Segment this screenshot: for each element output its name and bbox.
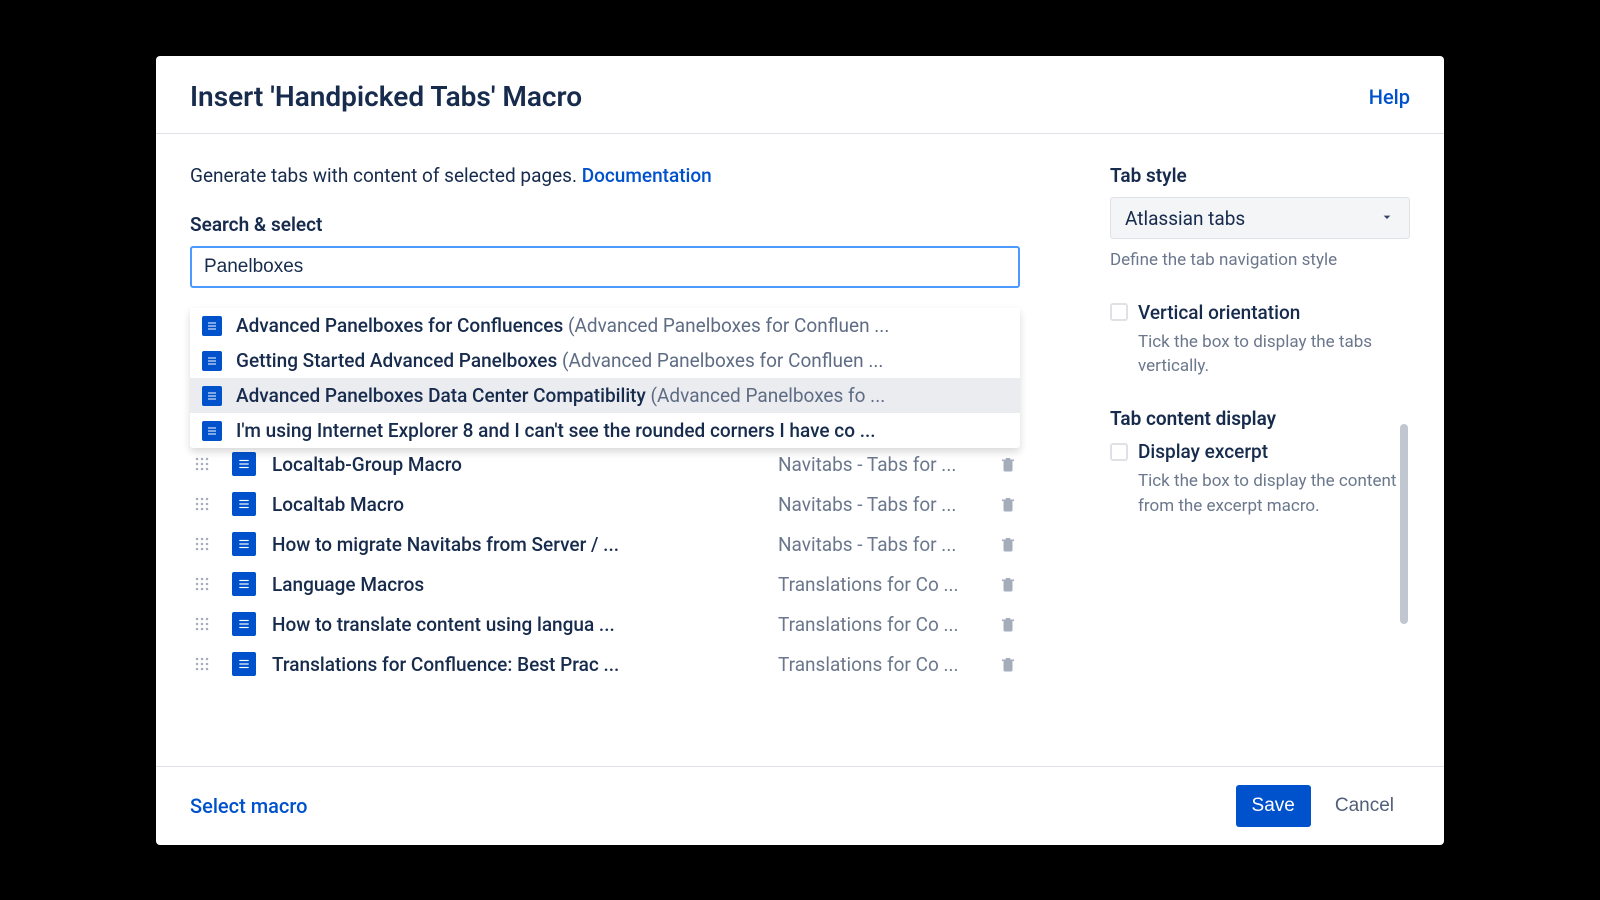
dropdown-item[interactable]: Getting Started Advanced Panelboxes (Adv… [190, 343, 1020, 378]
drag-handle-icon[interactable] [190, 572, 214, 596]
selected-pages-list: Localtab-Group Macro Navitabs - Tabs for… [190, 444, 1020, 684]
description-text: Generate tabs with content of selected p… [190, 164, 1020, 187]
dropdown-item[interactable]: Advanced Panelboxes for Confluences (Adv… [190, 308, 1020, 343]
dropdown-text: Advanced Panelboxes for Confluences (Adv… [236, 314, 889, 337]
list-item: How to migrate Navitabs from Server / ..… [190, 524, 1020, 564]
documentation-link[interactable]: Documentation [582, 164, 712, 187]
dropdown-item[interactable]: I'm using Internet Explorer 8 and I can'… [190, 413, 1020, 448]
tab-style-label: Tab style [1110, 164, 1410, 187]
tab-content-display-heading: Tab content display [1110, 407, 1410, 430]
select-value: Atlassian tabs [1125, 207, 1245, 230]
page-icon [232, 572, 256, 596]
vertical-orientation-checkbox[interactable] [1110, 303, 1128, 321]
tab-style-helper: Define the tab navigation style [1110, 249, 1410, 273]
dropdown-text: Getting Started Advanced Panelboxes (Adv… [236, 349, 883, 372]
trash-icon[interactable] [996, 532, 1020, 556]
macro-insert-dialog: Insert 'Handpicked Tabs' Macro Help Gene… [156, 56, 1444, 845]
dropdown-text: I'm using Internet Explorer 8 and I can'… [236, 419, 876, 442]
item-title: How to migrate Navitabs from Server / ..… [272, 533, 758, 556]
dialog-header: Insert 'Handpicked Tabs' Macro Help [156, 56, 1444, 134]
drag-handle-icon[interactable] [190, 452, 214, 476]
left-panel: Generate tabs with content of selected p… [190, 164, 1020, 766]
page-icon [202, 386, 222, 406]
display-excerpt-row: Display excerpt [1110, 440, 1410, 463]
item-space: Navitabs - Tabs for ... [778, 493, 968, 516]
select-macro-link[interactable]: Select macro [190, 794, 308, 818]
dropdown-item[interactable]: Advanced Panelboxes Data Center Compatib… [190, 378, 1020, 413]
display-excerpt-label: Display excerpt [1138, 440, 1268, 463]
trash-icon[interactable] [996, 652, 1020, 676]
drag-handle-icon[interactable] [190, 532, 214, 556]
scrollbar[interactable] [1400, 424, 1408, 714]
drag-handle-icon[interactable] [190, 652, 214, 676]
item-space: Translations for Co ... [778, 653, 968, 676]
dialog-body: Generate tabs with content of selected p… [156, 134, 1444, 766]
footer-buttons: Save Cancel [1236, 785, 1410, 827]
drag-handle-icon[interactable] [190, 492, 214, 516]
search-dropdown: Advanced Panelboxes for Confluences (Adv… [190, 308, 1020, 448]
item-space: Translations for Co ... [778, 613, 968, 636]
list-item: Translations for Confluence: Best Prac .… [190, 644, 1020, 684]
page-icon [232, 532, 256, 556]
right-panel: Tab style Atlassian tabs Define the tab … [1110, 164, 1410, 766]
item-title: Localtab-Group Macro [272, 453, 758, 476]
item-title: Translations for Confluence: Best Prac .… [272, 653, 758, 676]
display-excerpt-helper: Tick the box to display the content from… [1138, 469, 1410, 518]
vertical-orientation-label: Vertical orientation [1138, 301, 1300, 324]
page-icon [232, 452, 256, 476]
item-space: Translations for Co ... [778, 573, 968, 596]
page-icon [202, 421, 222, 441]
scrollbar-thumb[interactable] [1400, 424, 1408, 624]
page-icon [232, 612, 256, 636]
save-button[interactable]: Save [1236, 785, 1311, 827]
list-item: How to translate content using langua ..… [190, 604, 1020, 644]
item-space: Navitabs - Tabs for ... [778, 453, 968, 476]
page-icon [232, 492, 256, 516]
search-label: Search & select [190, 213, 1020, 236]
page-icon [202, 351, 222, 371]
trash-icon[interactable] [996, 452, 1020, 476]
description-prefix: Generate tabs with content of selected p… [190, 164, 582, 187]
drag-handle-icon[interactable] [190, 612, 214, 636]
vertical-orientation-row: Vertical orientation [1110, 301, 1410, 324]
trash-icon[interactable] [996, 572, 1020, 596]
list-item: Localtab-Group Macro Navitabs - Tabs for… [190, 444, 1020, 484]
tab-style-select[interactable]: Atlassian tabs [1110, 197, 1410, 239]
trash-icon[interactable] [996, 492, 1020, 516]
item-space: Navitabs - Tabs for ... [778, 533, 968, 556]
page-icon [232, 652, 256, 676]
dialog-title: Insert 'Handpicked Tabs' Macro [190, 80, 582, 113]
search-input[interactable] [190, 246, 1020, 288]
dropdown-text: Advanced Panelboxes Data Center Compatib… [236, 384, 885, 407]
list-item: Localtab Macro Navitabs - Tabs for ... [190, 484, 1020, 524]
vertical-orientation-helper: Tick the box to display the tabs vertica… [1138, 330, 1410, 379]
display-excerpt-checkbox[interactable] [1110, 443, 1128, 461]
item-title: How to translate content using langua ..… [272, 613, 758, 636]
item-title: Language Macros [272, 573, 758, 596]
page-icon [202, 316, 222, 336]
help-link[interactable]: Help [1369, 85, 1410, 109]
cancel-button[interactable]: Cancel [1319, 785, 1410, 827]
dialog-footer: Select macro Save Cancel [156, 766, 1444, 845]
item-title: Localtab Macro [272, 493, 758, 516]
list-item: Language Macros Translations for Co ... [190, 564, 1020, 604]
chevron-down-icon [1379, 207, 1395, 230]
trash-icon[interactable] [996, 612, 1020, 636]
